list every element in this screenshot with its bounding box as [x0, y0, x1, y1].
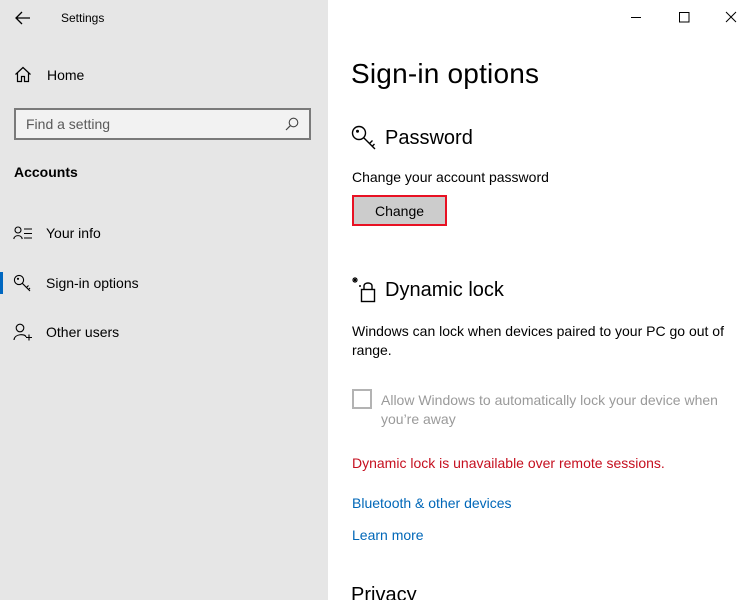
home-icon — [15, 66, 31, 83]
dynamic-lock-checkbox[interactable] — [352, 389, 372, 409]
search-box[interactable]: Find a setting — [14, 108, 311, 140]
bluetooth-devices-link[interactable]: Bluetooth & other devices — [352, 495, 512, 511]
sidebar-item-sign-in-options[interactable]: Sign-in options — [0, 265, 328, 301]
person-add-icon — [13, 323, 32, 341]
maximize-button[interactable] — [662, 4, 706, 30]
minimize-icon — [631, 17, 641, 18]
app-title: Settings — [61, 11, 105, 25]
close-icon — [725, 11, 737, 23]
sidebar-item-your-info[interactable]: Your info — [0, 215, 328, 251]
privacy-section-title: Privacy — [351, 584, 417, 600]
person-card-icon — [13, 226, 32, 240]
sidebar: Settings Home Find a setting Accounts Yo… — [0, 0, 328, 600]
key-icon — [13, 274, 31, 292]
dynamic-lock-checkbox-label: Allow Windows to automatically lock your… — [381, 392, 718, 427]
sidebar-item-label: Sign-in options — [46, 275, 139, 291]
sidebar-item-label: Your info — [46, 225, 101, 241]
back-button[interactable] — [12, 8, 34, 28]
main-content: Sign-in options Password Change your acc… — [328, 0, 750, 600]
back-arrow-icon — [15, 11, 30, 25]
dynamic-lock-section-header: Dynamic lock — [351, 276, 504, 304]
sidebar-item-other-users[interactable]: Other users — [0, 314, 328, 350]
password-title: Password — [385, 126, 473, 149]
home-nav-item[interactable]: Home — [14, 66, 84, 83]
learn-more-link[interactable]: Learn more — [352, 527, 424, 543]
close-button[interactable] — [709, 4, 750, 30]
change-password-button[interactable]: Change — [352, 195, 447, 226]
sidebar-item-label: Other users — [46, 324, 120, 340]
search-icon[interactable] — [285, 117, 299, 131]
search-input[interactable]: Find a setting — [26, 116, 110, 132]
key-icon — [351, 125, 376, 150]
home-label: Home — [47, 66, 85, 83]
change-button-label: Change — [374, 202, 425, 219]
dynamic-lock-description: Windows can lock when devices paired to … — [352, 323, 724, 358]
password-section-header: Password — [351, 124, 473, 152]
password-description: Change your account password — [352, 169, 549, 185]
dynamic-lock-title: Dynamic lock — [385, 278, 504, 301]
page-title: Sign-in options — [351, 58, 540, 89]
maximize-icon — [679, 12, 690, 23]
dynamic-lock-icon — [352, 277, 376, 303]
minimize-button[interactable] — [614, 4, 658, 30]
dynamic-lock-warning: Dynamic lock is unavailable over remote … — [352, 455, 665, 471]
section-title-accounts: Accounts — [14, 164, 78, 180]
